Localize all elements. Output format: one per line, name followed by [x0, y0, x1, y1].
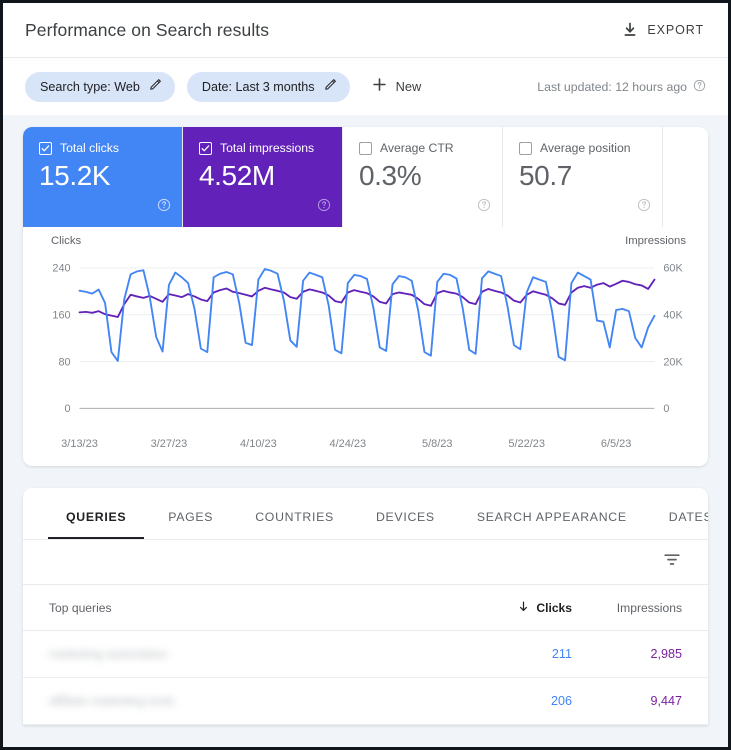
- y-axis-right-tick: 0: [663, 403, 669, 415]
- x-axis-tick: 3/13/23: [61, 438, 98, 450]
- table-cell-impressions: 2,985: [650, 647, 682, 661]
- y-axis-left-tick: 80: [58, 356, 70, 368]
- metric-tile-name: Total clicks: [60, 141, 119, 155]
- metric-tile-value: 50.7: [519, 160, 572, 191]
- table-row[interactable]: affiliate marketing tools 206 9,447: [23, 678, 708, 725]
- pencil-icon: [149, 78, 162, 96]
- tab-label: QUERIES: [66, 510, 127, 524]
- performance-graph: Clicks Impressions 0 80 160 240 0 20K 40K 60K: [23, 227, 708, 442]
- app-window: Performance on Search results EXPORT Sea…: [0, 0, 731, 750]
- tab-label: COUNTRIES: [255, 510, 334, 524]
- plus-icon: [372, 77, 387, 97]
- y-axis-left-tick: 240: [52, 263, 70, 275]
- column-header-query[interactable]: Top queries: [49, 601, 452, 615]
- filter-chip-date[interactable]: Date: Last 3 months: [186, 71, 350, 102]
- tab-label: PAGES: [168, 510, 214, 524]
- metric-tile-average-position[interactable]: Average position 50.7: [503, 127, 663, 227]
- column-header-impressions[interactable]: Impressions: [572, 601, 682, 615]
- export-label: EXPORT: [647, 23, 704, 37]
- filter-chip-search-type[interactable]: Search type: Web: [25, 71, 175, 102]
- y-axis-right-tick: 60K: [663, 263, 683, 275]
- x-axis-tick: 4/24/23: [329, 438, 367, 450]
- checkbox-checked-icon[interactable]: [199, 141, 212, 155]
- metric-tile-name: Average CTR: [380, 141, 454, 155]
- checkbox-unchecked-icon[interactable]: [359, 141, 372, 155]
- metric-tile-value: 4.52M: [199, 160, 275, 191]
- metric-tile-total-clicks[interactable]: Total clicks 15.2K: [23, 127, 183, 227]
- filter-bar: Search type: Web Date: Last 3 months New…: [3, 58, 728, 115]
- y-axis-left-tick: 0: [65, 403, 71, 415]
- table-cell-impressions: 9,447: [650, 694, 682, 708]
- column-header-clicks[interactable]: Clicks: [452, 600, 572, 616]
- tab-countries[interactable]: COUNTRIES: [234, 510, 355, 539]
- y-axis-right-label: Impressions: [625, 235, 686, 247]
- help-circle-icon[interactable]: [637, 198, 651, 217]
- help-circle-icon[interactable]: [477, 198, 491, 217]
- metric-tile-value: 0.3%: [359, 160, 422, 191]
- y-axis-left-tick: 160: [52, 310, 70, 322]
- dimension-tabs: QUERIES PAGES COUNTRIES DEVICES SEARCH APPEA…: [23, 488, 708, 540]
- tab-label: SEARCH APPEARANCE: [476, 510, 627, 524]
- metric-tile-header: Total clicks: [39, 141, 166, 155]
- table-toolbar: [23, 540, 708, 585]
- table-row[interactable]: marketing automation 211 2,985: [23, 631, 708, 678]
- y-axis-right-tick: 20K: [663, 356, 683, 368]
- export-button[interactable]: EXPORT: [620, 18, 706, 42]
- table-cell-clicks: 206: [550, 694, 572, 708]
- metric-tile-name: Total impressions: [220, 141, 315, 155]
- metric-tile-average-ctr[interactable]: Average CTR 0.3%: [343, 127, 503, 227]
- tab-label: DEVICES: [375, 510, 435, 524]
- help-circle-icon[interactable]: [693, 79, 706, 95]
- new-filter-label: New: [395, 79, 422, 94]
- y-axis-left-label: Clicks: [51, 235, 82, 247]
- checkbox-checked-icon[interactable]: [39, 141, 52, 155]
- y-axis-right-tick: 40K: [663, 310, 683, 322]
- chart-svg: 0 80 160 240 0 20K 40K 60K: [52, 263, 683, 415]
- last-updated: Last updated: 12 hours ago: [537, 79, 706, 95]
- metric-tiles: Total clicks 15.2K Total impressions 4.5…: [23, 127, 708, 227]
- tab-dates[interactable]: DATES: [648, 510, 708, 539]
- metric-tile-value: 15.2K: [39, 160, 111, 191]
- x-axis-tick: 4/10/23: [240, 438, 277, 450]
- checkbox-unchecked-icon[interactable]: [519, 141, 532, 155]
- tab-label: DATES: [668, 510, 708, 524]
- x-axis-labels: 3/13/23 3/27/23 4/10/23 4/24/23 5/8/23 5/22/2…: [23, 438, 708, 466]
- help-circle-icon[interactable]: [317, 198, 331, 217]
- help-circle-icon[interactable]: [157, 198, 171, 217]
- pencil-icon: [324, 78, 337, 96]
- table-header-row: Top queries Clicks Impressions: [23, 585, 708, 631]
- tab-devices[interactable]: DEVICES: [355, 510, 456, 539]
- column-header-clicks-label: Clicks: [536, 600, 572, 615]
- metric-tile-name: Average position: [540, 141, 631, 155]
- x-axis-tick: 3/27/23: [150, 438, 188, 450]
- filter-chip-search-type-label: Search type: Web: [40, 79, 140, 94]
- table-cell-clicks: 211: [551, 647, 572, 661]
- page-title: Performance on Search results: [25, 19, 270, 40]
- page-header: Performance on Search results EXPORT: [3, 3, 728, 58]
- download-icon: [622, 22, 638, 38]
- last-updated-label: Last updated: 12 hours ago: [537, 79, 687, 94]
- tab-search-appearance[interactable]: SEARCH APPEARANCE: [456, 510, 648, 539]
- query-text-redacted: affiliate marketing tools: [49, 694, 175, 708]
- metric-tiles-filler: [663, 127, 708, 227]
- metric-tile-total-impressions[interactable]: Total impressions 4.52M: [183, 127, 343, 227]
- table-cell-query[interactable]: marketing automation: [49, 645, 452, 663]
- x-axis-tick: 6/5/23: [600, 438, 632, 450]
- metric-tile-header: Total impressions: [199, 141, 326, 155]
- dimension-table-card: QUERIES PAGES COUNTRIES DEVICES SEARCH APPEA…: [23, 488, 708, 725]
- tab-queries[interactable]: QUERIES: [45, 510, 147, 539]
- new-filter-button[interactable]: New: [366, 72, 432, 102]
- tab-pages[interactable]: PAGES: [147, 510, 234, 539]
- x-axis-tick: 5/8/23: [421, 438, 453, 450]
- filter-funnel-icon[interactable]: [662, 550, 682, 575]
- query-text-redacted: marketing automation: [49, 647, 168, 661]
- metric-tile-header: Average CTR: [359, 141, 486, 155]
- metric-tile-header: Average position: [519, 141, 646, 155]
- table-cell-query[interactable]: affiliate marketing tools: [49, 692, 452, 710]
- x-axis-tick: 5/22/23: [508, 438, 546, 450]
- arrow-down-icon: [517, 600, 530, 616]
- filter-chip-date-label: Date: Last 3 months: [201, 79, 315, 94]
- performance-chart-card: Total clicks 15.2K Total impressions 4.5…: [23, 127, 708, 466]
